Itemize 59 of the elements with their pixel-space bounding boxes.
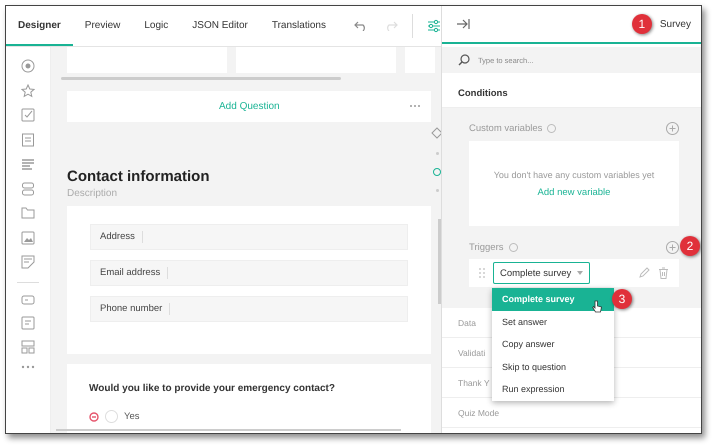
page-description: Description <box>67 188 118 199</box>
help-icon[interactable] <box>547 124 556 132</box>
page-dot[interactable] <box>433 168 441 176</box>
tab[interactable]: Preview <box>72 6 132 46</box>
text-field[interactable]: Email address <box>90 260 408 286</box>
page-dot[interactable] <box>436 189 438 192</box>
settings-icon[interactable] <box>426 19 441 33</box>
list-icon[interactable] <box>21 132 35 146</box>
radio-button[interactable] <box>105 410 118 424</box>
hand-cursor-icon <box>592 300 602 313</box>
property-label: Custom variables <box>469 122 542 134</box>
undo-icon[interactable] <box>354 21 368 31</box>
remove-icon[interactable] <box>89 412 99 422</box>
trash-icon[interactable] <box>658 267 669 279</box>
image-icon[interactable] <box>21 230 35 244</box>
text-field[interactable]: Address <box>90 224 408 250</box>
pencil-icon[interactable] <box>638 267 650 279</box>
choice-label: Yes <box>124 411 140 422</box>
callout-badge: 2 <box>680 236 700 256</box>
panel-icon[interactable] <box>21 340 35 354</box>
menu-item[interactable]: Skip to question <box>492 356 614 378</box>
scrollbar[interactable] <box>61 77 341 80</box>
callout-badge: 1 <box>632 14 652 34</box>
drag-handle-icon[interactable] <box>479 268 485 278</box>
signature-icon[interactable] <box>21 255 35 269</box>
help-icon[interactable] <box>508 242 518 252</box>
scrollbar[interactable] <box>56 429 401 431</box>
empty-message: You don't have any custom variables yet <box>494 170 654 180</box>
scrollbar[interactable] <box>438 219 441 304</box>
tab[interactable]: Logic <box>132 6 180 46</box>
stack-icon[interactable] <box>21 182 35 196</box>
menu-item[interactable]: Set answer <box>492 310 614 333</box>
menu-item[interactable]: Run expression <box>492 378 614 400</box>
tab[interactable]: Translations <box>260 6 338 46</box>
menu-item[interactable]: Copy answer <box>492 333 614 356</box>
search-icon <box>458 54 470 66</box>
more-icon[interactable] <box>409 104 421 108</box>
caret-icon <box>577 271 584 275</box>
radio-icon[interactable] <box>21 59 35 73</box>
add-icon[interactable] <box>666 240 679 254</box>
page-title: Contact information <box>67 168 210 185</box>
star-icon[interactable] <box>21 84 35 98</box>
folder-icon[interactable] <box>21 206 35 220</box>
text-field[interactable]: Phone number <box>90 296 408 322</box>
trigger-type-dropdown[interactable]: Complete survey <box>493 262 590 284</box>
checkbox-icon[interactable] <box>21 108 35 122</box>
question-title: Would you like to provide your emergency contact? <box>89 383 336 394</box>
property-label: Triggers <box>469 242 504 252</box>
diamond-icon[interactable] <box>431 127 441 139</box>
collapse-icon[interactable] <box>456 18 470 30</box>
tab[interactable]: JSON Editor <box>180 6 260 46</box>
callout-badge: 3 <box>612 289 632 309</box>
page-dot[interactable] <box>436 152 438 155</box>
comment-icon[interactable] <box>21 316 35 330</box>
input-icon[interactable] <box>21 295 35 305</box>
text-lines-icon[interactable] <box>21 157 35 171</box>
panel-title: Survey <box>660 18 691 30</box>
more-icon[interactable] <box>21 364 35 368</box>
add-icon[interactable] <box>666 122 679 134</box>
